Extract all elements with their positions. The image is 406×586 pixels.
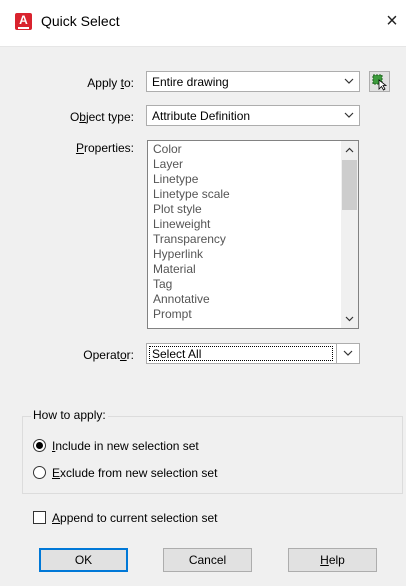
list-item[interactable]: Plot style <box>153 202 202 216</box>
operator-dropdown[interactable]: Select All <box>146 343 360 364</box>
properties-label: Properties: <box>75 141 134 155</box>
append-label[interactable]: Append to current selection set <box>52 511 217 525</box>
list-item[interactable]: Hyperlink <box>153 247 203 261</box>
operator-label: Operator: <box>83 348 134 362</box>
ok-button[interactable]: OK <box>39 548 128 572</box>
close-button[interactable]: × <box>382 10 402 34</box>
cancel-button[interactable]: Cancel <box>163 548 252 572</box>
how-to-apply-group <box>22 416 403 494</box>
how-to-apply-title: How to apply: <box>31 408 108 422</box>
window-title: Quick Select <box>41 13 120 29</box>
apply-to-label: Apply to: <box>87 76 134 90</box>
chevron-down-icon <box>344 112 354 118</box>
select-objects-button[interactable] <box>369 71 390 92</box>
list-item[interactable]: Linetype <box>153 172 198 186</box>
list-item[interactable]: Lineweight <box>153 217 210 231</box>
list-item[interactable]: Layer <box>153 157 183 171</box>
object-type-dropdown[interactable]: Attribute Definition <box>146 105 360 126</box>
list-item[interactable]: Tag <box>153 277 172 291</box>
autocad-app-icon: A <box>15 13 32 30</box>
list-item[interactable]: Linetype scale <box>153 187 230 201</box>
scroll-thumb[interactable] <box>342 160 357 210</box>
list-item[interactable]: Annotative <box>153 292 210 306</box>
operator-dropdown-button[interactable] <box>336 344 359 363</box>
apply-to-value: Entire drawing <box>152 75 229 89</box>
radio-selected-dot <box>36 442 43 449</box>
list-item[interactable]: Prompt <box>153 307 192 321</box>
select-objects-icon <box>372 74 388 91</box>
scroll-down-icon[interactable] <box>345 314 354 323</box>
include-radio[interactable] <box>33 439 46 452</box>
list-item[interactable]: Transparency <box>153 232 226 246</box>
properties-scrollbar[interactable] <box>341 141 358 328</box>
chevron-down-icon <box>343 350 353 356</box>
include-label[interactable]: Include in new selection set <box>52 439 199 453</box>
title-bar: A Quick Select × <box>0 0 406 47</box>
exclude-radio[interactable] <box>33 466 46 479</box>
append-checkbox[interactable] <box>33 511 46 524</box>
operator-value: Select All <box>152 347 202 361</box>
app-icon-letter: A <box>19 13 28 27</box>
apply-to-dropdown[interactable]: Entire drawing <box>146 71 360 92</box>
scroll-up-icon[interactable] <box>345 146 354 155</box>
properties-listbox[interactable]: Color Layer Linetype Linetype scale Plot… <box>147 140 359 329</box>
list-item[interactable]: Color <box>153 142 182 156</box>
exclude-label[interactable]: Exclude from new selection set <box>52 466 217 480</box>
help-button[interactable]: Help <box>288 548 377 572</box>
chevron-down-icon <box>344 78 354 84</box>
list-item[interactable]: Material <box>153 262 196 276</box>
object-type-value: Attribute Definition <box>152 109 251 123</box>
object-type-label: Object type: <box>69 110 134 124</box>
